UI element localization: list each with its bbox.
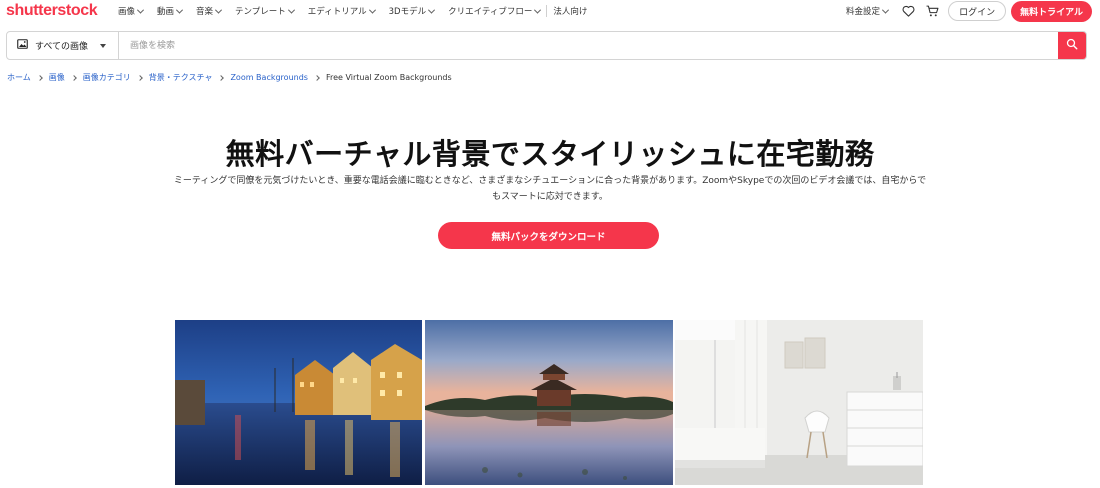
chevron-down-icon (215, 6, 223, 14)
chevron-down-icon (368, 6, 376, 14)
image-icon (17, 39, 28, 52)
nav-item-enterprise[interactable]: 法人向け (553, 5, 587, 17)
breadcrumb-backgrounds-textures[interactable]: 背景・テクスチャ (149, 72, 213, 83)
nav-item-creative-flow[interactable]: クリエイティブフロー (448, 5, 542, 17)
nav-item-label: 法人向け (553, 7, 588, 17)
search-type-label: すべての画像 (35, 42, 89, 52)
main-nav: 画像 動画 音楽 テンプレート エディトリアル 3Dモデル クリエイティブフロー (118, 3, 601, 19)
chevron-down-icon (287, 6, 295, 14)
breadcrumb-image-categories[interactable]: 画像カテゴリ (83, 72, 131, 83)
login-button[interactable]: ログイン (948, 1, 1007, 21)
search-bar: すべての画像 (6, 31, 1087, 60)
chevron-down-icon (428, 6, 436, 14)
hero-description: ミーティングで同僚を元気づけたいとき、重要な電話会議に臨むときなど、さまざまなシ… (173, 176, 927, 202)
shutterstock-logo[interactable]: shutterstock (6, 1, 98, 21)
cart-icon[interactable] (924, 3, 940, 19)
nav-item-label: 画像 (118, 7, 136, 17)
nav-item-label: クリエイティブフロー (448, 7, 533, 17)
nav-item-video[interactable]: 動画 (157, 5, 184, 17)
download-free-pack-button[interactable]: 無料パックをダウンロード (438, 222, 659, 249)
search-button[interactable] (1058, 32, 1086, 59)
chevron-right-icon (314, 74, 320, 81)
nav-item-3d-models[interactable]: 3Dモデル (388, 5, 436, 17)
nav-item-label: エディトリアル (307, 7, 367, 17)
nav-item-label: 音楽 (196, 7, 214, 17)
breadcrumb-current-page: Free Virtual Zoom Backgrounds (325, 73, 452, 82)
nav-divider (546, 5, 548, 17)
caret-down-icon (100, 43, 107, 48)
breadcrumb: ホーム 画像 画像カテゴリ 背景・テクスチャ Zoom Backgrounds … (7, 72, 452, 83)
search-icon (1066, 38, 1078, 53)
chevron-right-icon (70, 74, 77, 81)
chevron-down-icon (136, 6, 145, 14)
free-trial-button[interactable]: 無料トライアル (1011, 0, 1092, 22)
gallery-image-white-bedroom[interactable] (675, 320, 923, 485)
nav-item-images[interactable]: 画像 (118, 5, 145, 17)
pricing-menu[interactable]: 料金設定 (846, 5, 890, 17)
search-type-dropdown[interactable]: すべての画像 (7, 32, 119, 59)
breadcrumb-zoom-backgrounds[interactable]: Zoom Backgrounds (230, 73, 308, 82)
chevron-down-icon (534, 6, 542, 14)
header-actions: 料金設定 ログイン 無料トライアル (846, 0, 1092, 22)
nav-item-label: 3Dモデル (388, 7, 427, 17)
nav-item-label: テンプレート (235, 7, 286, 17)
chevron-right-icon (136, 74, 143, 81)
chevron-down-icon (175, 6, 184, 14)
top-navigation-bar: shutterstock 画像 動画 音楽 テンプレート エディトリアル 3Dモ… (0, 0, 1100, 22)
chevron-down-icon (882, 6, 890, 14)
nav-item-templates[interactable]: テンプレート (235, 5, 295, 17)
search-input[interactable] (119, 32, 1058, 59)
nav-item-label: 動画 (157, 7, 175, 17)
chevron-right-icon (218, 74, 225, 81)
pricing-label: 料金設定 (846, 7, 881, 17)
nav-item-music[interactable]: 音楽 (196, 5, 223, 17)
gallery-image-night-canal[interactable] (175, 320, 422, 485)
breadcrumb-home[interactable]: ホーム (7, 72, 31, 83)
page-title: 無料バーチャル背景でスタイリッシュに在宅勤務 (225, 137, 875, 171)
heart-icon[interactable] (900, 3, 916, 19)
gallery-image-palace-reflection[interactable] (425, 320, 673, 485)
breadcrumb-images[interactable]: 画像 (49, 72, 65, 83)
chevron-right-icon (36, 74, 43, 81)
nav-item-editorial[interactable]: エディトリアル (307, 5, 376, 17)
